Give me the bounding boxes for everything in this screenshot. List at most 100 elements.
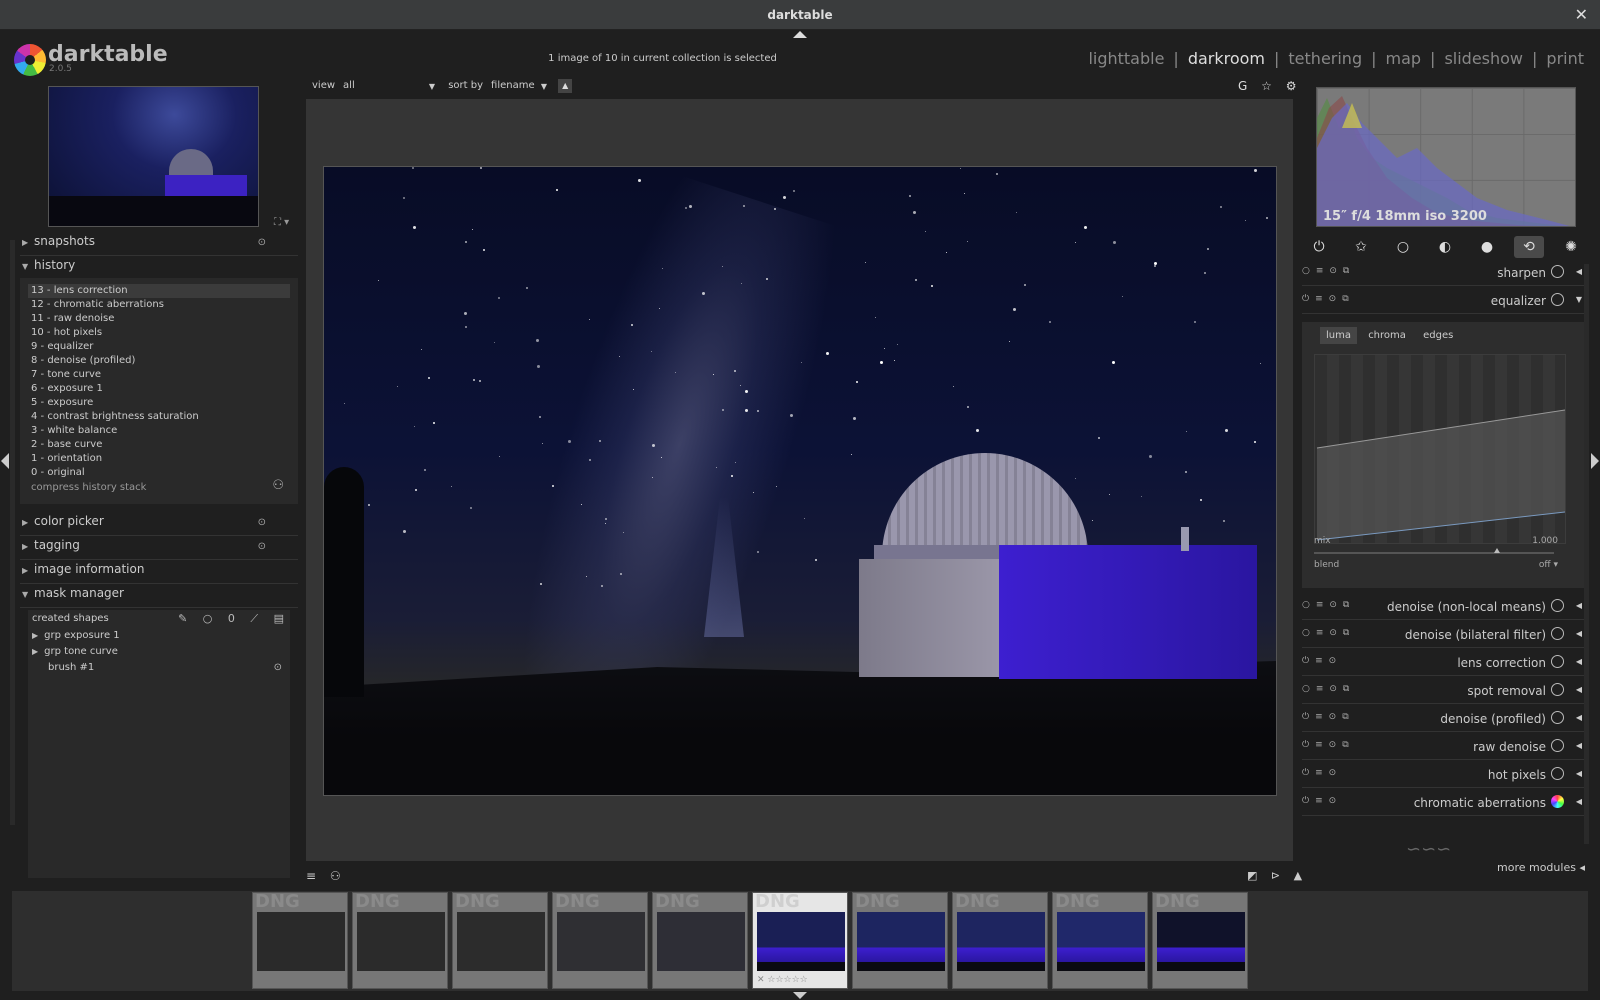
view-tethering[interactable]: tethering: [1288, 49, 1362, 68]
filmstrip-thumbnail[interactable]: DNG: [852, 891, 948, 989]
collapse-arrow-icon[interactable]: ◀: [1576, 629, 1582, 638]
active-modules-icon[interactable]: ⏻: [1304, 236, 1334, 258]
gradient-tool-icon[interactable]: ▤: [274, 612, 284, 625]
close-icon[interactable]: ✕: [1575, 5, 1588, 24]
expand-triangle-icon[interactable]: ▶: [32, 647, 38, 656]
view-darkroom[interactable]: darkroom: [1188, 49, 1265, 68]
history-item[interactable]: 13 - lens correction: [28, 284, 290, 298]
effect-group-icon[interactable]: ✺: [1556, 236, 1586, 258]
left-panel-toggle-icon[interactable]: [1, 453, 9, 469]
star-rating[interactable]: ✕ ☆☆☆☆☆: [757, 975, 808, 985]
view-filter-dropdown[interactable]: all ▼: [343, 80, 435, 91]
module-controls[interactable]: ○≡⊙⧉: [1302, 266, 1355, 276]
module-controls[interactable]: ⏻≡⊙⧉: [1302, 712, 1355, 722]
reset-icon[interactable]: ⊙: [258, 541, 266, 552]
view-slideshow[interactable]: slideshow: [1444, 49, 1523, 68]
more-modules-button[interactable]: more modules ◂: [1497, 861, 1585, 874]
filmstrip-thumbnail[interactable]: DNG: [652, 891, 748, 989]
reset-icon[interactable]: ⊙: [258, 517, 266, 528]
tab-luma[interactable]: luma: [1320, 327, 1357, 344]
filmstrip-thumbnail[interactable]: DNG: [952, 891, 1048, 989]
equalizer-curve-graph[interactable]: [1314, 354, 1566, 544]
main-photo[interactable]: [323, 166, 1277, 796]
collapse-arrow-icon[interactable]: ◀: [1576, 601, 1582, 610]
snapshots-header[interactable]: ▶ snapshots ⊙: [20, 234, 298, 256]
expand-triangle-icon[interactable]: ▶: [32, 631, 38, 640]
history-item[interactable]: 10 - hot pixels: [28, 326, 290, 340]
overexposed-icon[interactable]: ◩: [1247, 869, 1257, 882]
collapse-arrow-icon[interactable]: ◀: [1576, 713, 1582, 722]
module-raw-denoise[interactable]: ⏻≡⊙⧉ raw denoise ◀: [1302, 734, 1584, 760]
filmstrip-thumbnail[interactable]: DNG: [1152, 891, 1248, 989]
view-lighttable[interactable]: lighttable: [1088, 49, 1164, 68]
module-denoise-bilateral[interactable]: ○≡⊙⧉ denoise (bilateral filter) ◀: [1302, 622, 1584, 648]
collapse-arrow-icon[interactable]: ◀: [1576, 741, 1582, 750]
sort-dropdown[interactable]: filename ▼: [491, 80, 547, 91]
collapse-arrow-icon[interactable]: ◀: [1576, 685, 1582, 694]
view-print[interactable]: print: [1546, 49, 1584, 68]
filmstrip-thumbnail[interactable]: DNG: [352, 891, 448, 989]
histogram[interactable]: 15″ f/4 18mm iso 3200: [1316, 87, 1576, 227]
filmstrip-thumbnail[interactable]: DNG: [252, 891, 348, 989]
favorites-icon[interactable]: ✩: [1346, 236, 1376, 258]
bottom-panel-toggle-icon[interactable]: [793, 992, 807, 999]
tone-group-icon[interactable]: ◐: [1430, 236, 1460, 258]
softproof-icon[interactable]: ⊳: [1271, 869, 1280, 882]
brush-tool-icon[interactable]: ✎: [178, 612, 187, 625]
history-item[interactable]: 2 - base curve: [28, 438, 290, 452]
filmstrip-thumbnail[interactable]: DNG: [1052, 891, 1148, 989]
basic-group-icon[interactable]: ○: [1388, 236, 1418, 258]
module-controls[interactable]: ○≡⊙⧉: [1302, 684, 1355, 694]
module-controls[interactable]: ○≡⊙⧉: [1302, 600, 1355, 610]
history-item[interactable]: 0 - original: [28, 466, 290, 480]
shape-group-row[interactable]: ▶ grp tone curve: [32, 646, 118, 657]
color-picker-header[interactable]: ▶ color picker ⊙: [20, 514, 298, 536]
ellipse-tool-icon[interactable]: 0: [228, 612, 235, 625]
history-item[interactable]: 4 - contrast brightness saturation: [28, 410, 290, 424]
blend-selector[interactable]: blend off ▾: [1314, 560, 1570, 570]
color-group-icon[interactable]: ●: [1472, 236, 1502, 258]
history-item[interactable]: 9 - equalizer: [28, 340, 290, 354]
top-panel-toggle-icon[interactable]: [793, 31, 807, 38]
filmstrip-thumbnail[interactable]: DNG: [452, 891, 548, 989]
history-item[interactable]: 7 - tone curve: [28, 368, 290, 382]
module-controls[interactable]: ⏻≡⊙⧉: [1302, 740, 1355, 750]
history-item[interactable]: 12 - chromatic aberrations: [28, 298, 290, 312]
tab-chroma[interactable]: chroma: [1362, 327, 1412, 344]
collapse-arrow-icon[interactable]: ◀: [1576, 797, 1582, 806]
module-sharpen[interactable]: ○≡⊙⧉ sharpen ◀: [1302, 260, 1584, 286]
module-controls[interactable]: ⏻≡⊙: [1302, 796, 1342, 806]
history-item[interactable]: 6 - exposure 1: [28, 382, 290, 396]
history-header[interactable]: ▼ history: [20, 258, 298, 280]
module-lens-correction[interactable]: ⏻≡⊙ lens correction ◀: [1302, 650, 1584, 676]
view-map[interactable]: map: [1386, 49, 1422, 68]
compress-history-button[interactable]: compress history stack: [31, 482, 146, 493]
history-item[interactable]: 11 - raw denoise: [28, 312, 290, 326]
zoom-fit-icon[interactable]: ⛶ ▾: [274, 217, 289, 228]
grouping-icon[interactable]: G: [1238, 79, 1247, 93]
sort-direction-button[interactable]: ▲: [558, 79, 573, 93]
module-denoise-nlm[interactable]: ○≡⊙⧉ denoise (non-local means) ◀: [1302, 594, 1584, 620]
circle-tool-icon[interactable]: ○: [203, 612, 213, 625]
module-spot-removal[interactable]: ○≡⊙⧉ spot removal ◀: [1302, 678, 1584, 704]
star-overlay-icon[interactable]: ☆: [1261, 79, 1272, 93]
module-controls[interactable]: ⏻≡⊙: [1302, 656, 1342, 666]
reset-icon[interactable]: ⊙: [258, 237, 266, 248]
gamut-check-icon[interactable]: ▲: [1294, 869, 1302, 882]
mask-manager-header[interactable]: ▼ mask manager: [20, 586, 298, 608]
history-item[interactable]: 3 - white balance: [28, 424, 290, 438]
module-hot-pixels[interactable]: ⏻≡⊙ hot pixels ◀: [1302, 762, 1584, 788]
mix-track[interactable]: [1314, 552, 1554, 554]
brush-shape-row[interactable]: brush #1: [48, 662, 94, 673]
history-item[interactable]: 8 - denoise (profiled): [28, 354, 290, 368]
filmstrip-thumbnail[interactable]: DNG ✕ ☆☆☆☆☆: [752, 891, 848, 989]
history-item[interactable]: 1 - orientation: [28, 452, 290, 466]
styles-icon[interactable]: ⚇: [330, 869, 341, 883]
right-panel-toggle-icon[interactable]: [1591, 453, 1599, 469]
expand-arrow-icon[interactable]: ▼: [1576, 295, 1582, 304]
history-item[interactable]: 5 - exposure: [28, 396, 290, 410]
collapse-arrow-icon[interactable]: ◀: [1576, 657, 1582, 666]
module-controls[interactable]: ⏻≡⊙: [1302, 768, 1342, 778]
tab-edges[interactable]: edges: [1417, 327, 1459, 344]
left-scrollbar[interactable]: [10, 240, 15, 825]
